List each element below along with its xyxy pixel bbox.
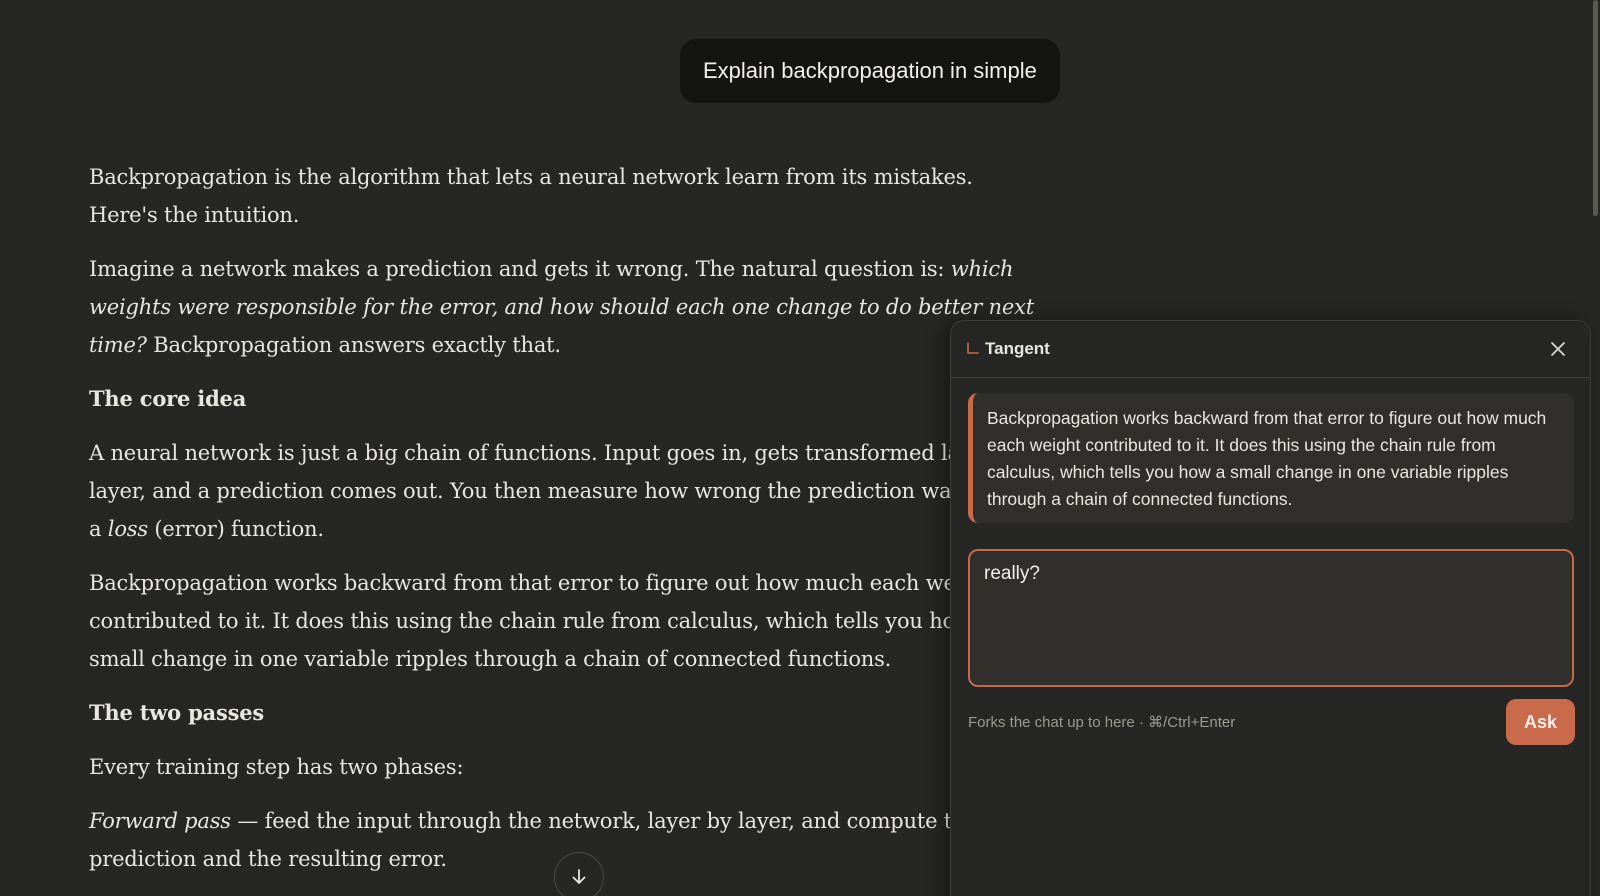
- arrow-down-icon: [572, 869, 586, 884]
- tangent-title: Tangent: [985, 339, 1050, 358]
- close-button[interactable]: [1546, 337, 1570, 361]
- tangent-panel: Tangent Backpropagation works backward f…: [950, 320, 1591, 896]
- response-paragraph: Every training step has two phases:: [89, 748, 1039, 786]
- scrollbar-thumb[interactable]: [1593, 0, 1598, 216]
- response-paragraph: Backpropagation is the algorithm that le…: [89, 158, 1039, 234]
- response-text: Backpropagation works backward from that…: [89, 571, 998, 671]
- tangent-header: Tangent: [951, 321, 1590, 378]
- response-paragraph: Backpropagation works backward from that…: [89, 564, 1039, 678]
- user-message-text: Explain backpropagation in simple: [703, 58, 1037, 83]
- assistant-response: Backpropagation is the algorithm that le…: [89, 158, 1039, 894]
- response-text: Every training step has two phases:: [89, 755, 464, 779]
- response-text: (error) function.: [147, 517, 324, 541]
- response-emphasis: Forward pass: [89, 809, 231, 833]
- ask-button[interactable]: Ask: [1506, 699, 1575, 745]
- response-heading: The two passes: [89, 700, 264, 725]
- response-text: Imagine a network makes a prediction and…: [89, 257, 951, 281]
- response-paragraph: Imagine a network makes a prediction and…: [89, 250, 1039, 364]
- response-text: Backpropagation is the algorithm that le…: [89, 165, 973, 227]
- page-scrollbar[interactable]: [1590, 0, 1600, 896]
- user-message-bubble: Explain backpropagation in simple: [680, 39, 1060, 103]
- quoted-excerpt-text: Backpropagation works backward from that…: [987, 408, 1547, 509]
- scroll-to-bottom-button[interactable]: [554, 852, 604, 896]
- tangent-question-input[interactable]: really?: [968, 549, 1574, 687]
- quoted-excerpt: Backpropagation works backward from that…: [968, 393, 1574, 523]
- response-paragraph: A neural network is just a big chain of …: [89, 434, 1039, 548]
- response-text: Backpropagation answers exactly that.: [146, 333, 561, 357]
- tangent-branch-icon: [966, 342, 980, 361]
- close-icon: [1551, 342, 1565, 356]
- response-heading: The core idea: [89, 386, 247, 411]
- fork-hint: Forks the chat up to here · ⌘/Ctrl+Enter: [968, 714, 1236, 731]
- response-emphasis: loss: [107, 517, 148, 541]
